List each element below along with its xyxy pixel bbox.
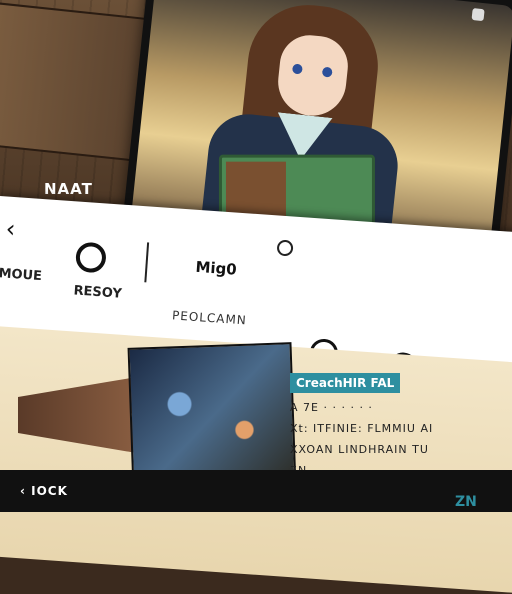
tab-resoy[interactable]: RESOY (73, 283, 122, 301)
search-icon[interactable] (74, 241, 107, 274)
info-line: XXOAN LINDHRAIN TU (290, 443, 429, 456)
page-title: Mig0 (194, 257, 238, 279)
info-line: A 7E · · · · · · (290, 401, 373, 414)
camera-icon (471, 7, 485, 22)
bottom-bar (0, 470, 512, 512)
bottom-back-button[interactable]: ‹ IOCK (20, 484, 68, 498)
wood-plank (0, 2, 152, 162)
back-chevron-icon[interactable]: ‹ (5, 215, 17, 244)
info-box: CreachHIR FAL A 7E · · · · · · Xt: ITFIN… (290, 372, 500, 477)
tab-moue[interactable]: MOUE (0, 266, 42, 284)
info-badge[interactable]: CreachHIR FAL (290, 373, 401, 393)
now-label: NAAT (44, 180, 93, 198)
divider (144, 242, 150, 283)
section-label: PEOLCAMN (171, 308, 248, 328)
info-line: Xt: ITFINIE: FLMMIU AI (290, 422, 434, 435)
bottom-mark: ZN (455, 494, 477, 510)
indicator-dot (276, 239, 294, 257)
